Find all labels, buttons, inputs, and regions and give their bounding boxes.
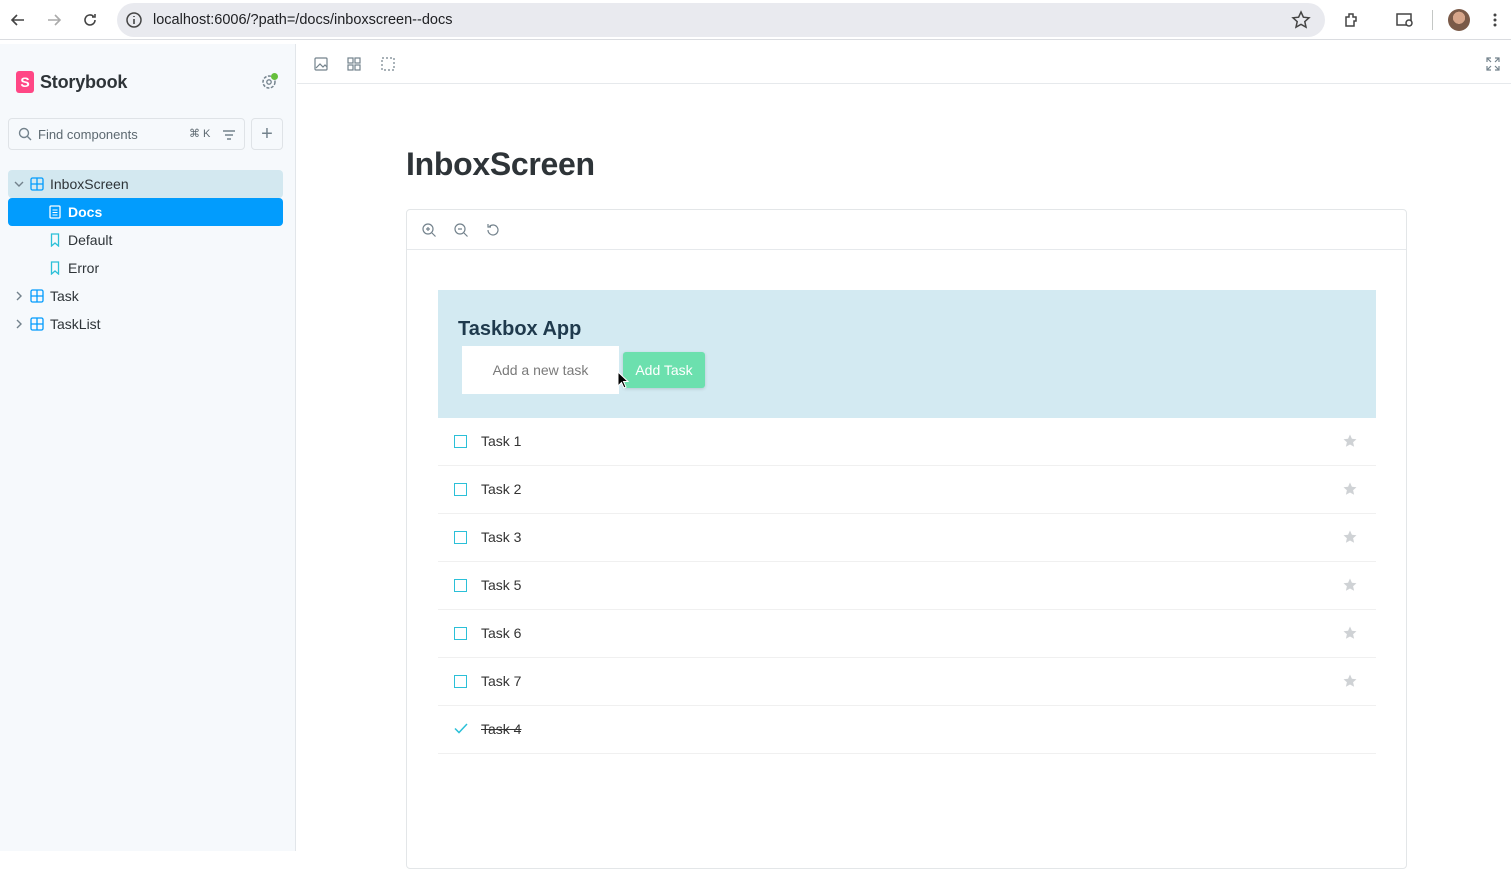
task-row[interactable]: Task 2 [438, 466, 1376, 514]
mouse-cursor-icon [617, 371, 629, 389]
star-icon[interactable] [1342, 577, 1358, 593]
search-input[interactable] [38, 119, 188, 149]
component-icon [30, 289, 44, 303]
address-bar[interactable]: localhost:6006/?path=/docs/inboxscreen--… [117, 3, 1325, 37]
outline-icon[interactable] [380, 56, 396, 72]
task-checkbox[interactable] [454, 483, 467, 496]
extensions-icon[interactable] [1340, 8, 1364, 32]
task-title: Task 1 [481, 433, 522, 449]
task-checkbox[interactable] [454, 435, 467, 448]
site-info-icon[interactable] [125, 11, 143, 29]
task-checkbox[interactable] [454, 531, 467, 544]
app-title: Taskbox App [458, 318, 582, 340]
task-title: Task 2 [481, 481, 522, 497]
checkmark-icon[interactable] [453, 720, 469, 736]
task-title: Task 3 [481, 529, 522, 545]
component-icon [30, 177, 44, 191]
document-icon [49, 205, 61, 219]
task-checkbox[interactable] [454, 579, 467, 592]
tree-item-label: InboxScreen [50, 176, 129, 192]
star-icon[interactable] [1342, 529, 1358, 545]
reload-icon[interactable] [78, 8, 102, 32]
browser-toolbar: localhost:6006/?path=/docs/inboxscreen--… [0, 0, 1511, 40]
zoom-reset-icon[interactable] [485, 222, 501, 238]
task-row[interactable]: Task 5 [438, 562, 1376, 610]
preview-toolbar [407, 210, 1406, 250]
tree-item-docs[interactable]: Docs [8, 198, 283, 226]
bookmark-icon [50, 233, 60, 247]
search-box[interactable]: ⌘ K [8, 118, 245, 150]
tree-item-error[interactable]: Error [8, 254, 283, 282]
tree-item-label: Task [50, 288, 79, 304]
media-controls-icon[interactable] [1393, 8, 1417, 32]
tree-item-label: TaskList [50, 316, 101, 332]
storybook-toolbar [297, 44, 1511, 84]
bookmark-icon [50, 261, 60, 275]
task-title: Task 6 [481, 625, 522, 641]
task-checkbox[interactable] [454, 675, 467, 688]
component-icon [30, 317, 44, 331]
storybook-logo: S [16, 71, 34, 93]
star-icon[interactable] [1342, 673, 1358, 689]
task-row[interactable]: Task 3 [438, 514, 1376, 562]
tree-item-task[interactable]: Task [8, 282, 283, 310]
task-list: Task 1 Task 2 Task 3 Task 5 Task 6 Task 7 Task… [438, 418, 1376, 754]
star-icon[interactable] [1342, 433, 1358, 449]
taskbox-header: Taskbox App Add Task [438, 290, 1376, 418]
tree-item-inboxscreen[interactable]: InboxScreen [8, 170, 283, 198]
browser-menu-icon[interactable] [1483, 8, 1507, 32]
tree-item-tasklist[interactable]: TaskList [8, 310, 283, 338]
search-icon [18, 127, 32, 141]
bookmark-star-icon[interactable] [1291, 10, 1311, 30]
task-row[interactable]: Task 4 [438, 706, 1376, 754]
zoom-in-icon[interactable] [421, 222, 437, 238]
task-row[interactable]: Task 7 [438, 658, 1376, 706]
toolbar-divider [1432, 10, 1433, 30]
new-task-input[interactable] [462, 346, 619, 394]
add-task-button[interactable]: Add Task [623, 352, 705, 388]
task-title: Task 7 [481, 673, 522, 689]
url-text[interactable]: localhost:6006/?path=/docs/inboxscreen--… [153, 12, 452, 28]
tree-item-default[interactable]: Default [8, 226, 283, 254]
chevron-right-icon[interactable] [14, 319, 24, 329]
chevron-down-icon[interactable] [14, 179, 24, 189]
forward-icon[interactable] [42, 8, 66, 32]
tree-item-label: Default [68, 232, 113, 248]
storybook-brand[interactable]: S Storybook [16, 71, 127, 93]
tree-item-label: Error [68, 260, 100, 276]
fullscreen-icon[interactable] [1485, 56, 1501, 72]
task-title: Task 5 [481, 577, 522, 593]
background-image-icon[interactable] [313, 56, 329, 72]
profile-avatar[interactable] [1448, 9, 1470, 31]
grid-icon[interactable] [346, 56, 362, 72]
search-shortcut-hint: ⌘ K [189, 128, 211, 140]
sidebar: S Storybook ⌘ K + InboxScreen Docs Defau… [0, 44, 296, 851]
filter-icon[interactable] [221, 127, 237, 143]
brand-name: Storybook [40, 71, 128, 92]
component-tree: InboxScreen Docs Default Error Task Task… [8, 170, 283, 338]
back-icon[interactable] [6, 8, 30, 32]
task-row[interactable]: Task 6 [438, 610, 1376, 658]
zoom-out-icon[interactable] [453, 222, 469, 238]
chevron-right-icon[interactable] [14, 291, 24, 301]
star-icon[interactable] [1342, 625, 1358, 641]
tree-item-label: Docs [68, 204, 103, 220]
star-icon[interactable] [1342, 481, 1358, 497]
task-checkbox[interactable] [454, 627, 467, 640]
page-title: InboxScreen [406, 146, 595, 182]
create-story-button[interactable]: + [251, 118, 283, 150]
update-status-dot [271, 73, 278, 80]
story-preview: Taskbox App Add Task Task 1Task 2Task 3T… [406, 209, 1407, 869]
task-title: Task 4 [481, 721, 522, 737]
task-row[interactable]: Task 1 [438, 418, 1376, 466]
